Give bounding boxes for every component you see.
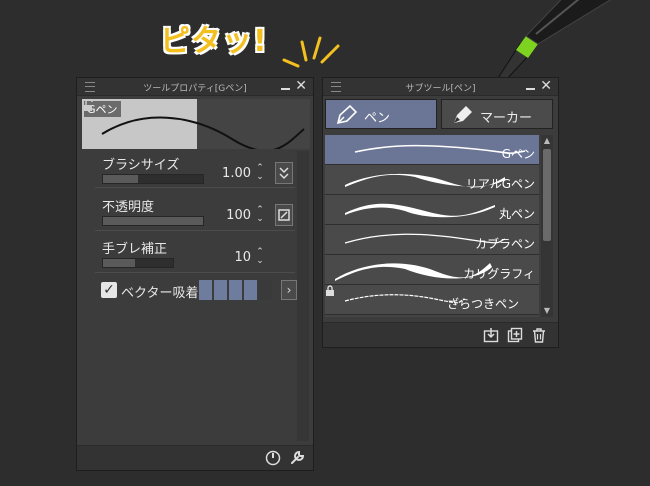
sub-tool-label: カブラペン <box>474 237 535 251</box>
opacity-slider[interactable] <box>102 216 204 226</box>
brush-size-label: ブラシサイズ <box>102 158 180 173</box>
trash-icon[interactable] <box>531 327 547 343</box>
sub-tool-titlebar[interactable]: サブツール[ペン] ✕ <box>323 78 558 96</box>
vector-snap-checkbox[interactable]: ✓ <box>101 282 117 298</box>
sub-tool-item-g-pen[interactable]: Gペン <box>325 135 539 165</box>
opacity-fill <box>103 217 203 225</box>
sub-tool-item-zaratsuki-pen[interactable]: ざらつきペン <box>325 285 539 315</box>
sub-tool-label: カリグラフィ <box>463 267 535 281</box>
sub-tool-label: ざらつきペン <box>446 297 519 311</box>
tool-property-title: ツールプロパティ[Gペン] <box>143 84 247 94</box>
scroll-thumb[interactable] <box>543 149 551 241</box>
emphasis-lines-icon <box>282 36 340 68</box>
stabilization-slider[interactable] <box>102 258 174 268</box>
download-icon[interactable] <box>483 327 499 343</box>
sub-tool-item-calligraphy[interactable]: カリグラフィ <box>325 255 539 285</box>
vector-snap-level-segment[interactable] <box>259 280 272 300</box>
reset-dial-icon[interactable] <box>265 450 281 466</box>
stabilization-fill <box>103 259 135 267</box>
sub-tool-label: Gペン <box>501 147 535 161</box>
stabilization-spinner[interactable]: ⌃ ⌄ <box>255 248 265 266</box>
opacity-spinner[interactable]: ⌃ ⌄ <box>255 206 265 224</box>
scroll-up-icon[interactable]: ▲ <box>541 135 553 147</box>
sub-tool-item-real-g-pen[interactable]: リアルGペン <box>325 165 539 195</box>
tool-property-footer <box>77 445 313 470</box>
sub-tool-group-tabs: ペン マーカー <box>325 99 555 131</box>
sub-tool-item-kabura-pen[interactable]: カブラペン <box>325 225 539 255</box>
vector-snap-row: ✓ ベクター吸着 › <box>101 278 297 302</box>
sub-tool-footer <box>323 322 558 347</box>
vector-snap-level-segment[interactable] <box>214 280 227 300</box>
sub-tool-label: リアルGペン <box>465 177 535 191</box>
tool-property-titlebar[interactable]: ツールプロパティ[Gペン] ✕ <box>77 78 313 96</box>
vector-snap-level-segment[interactable] <box>199 280 212 300</box>
opacity-row: 不透明度 100 ⌃ ⌄ <box>95 194 295 234</box>
minimize-icon[interactable] <box>526 88 535 90</box>
tab-pen[interactable]: ペン <box>325 99 437 129</box>
sub-tool-list: Gペン リアルGペン 丸ペン カブラペン カリグラフィ ざらつきペン <box>325 135 539 317</box>
vector-snap-label: ベクター吸着 <box>121 286 199 301</box>
callout-text: ピタッ! <box>160 24 268 59</box>
divider <box>95 272 295 273</box>
sub-tool-title: サブツール[ペン] <box>405 84 476 94</box>
sub-tool-scrollbar[interactable]: ▲ ▼ <box>541 135 553 317</box>
minimize-icon[interactable] <box>281 88 290 90</box>
brush-size-spinner[interactable]: ⌃ ⌄ <box>255 164 265 182</box>
brush-preview: Gペン <box>82 99 310 149</box>
stabilization-label: 手ブレ補正 <box>102 242 168 257</box>
brush-size-fill <box>103 175 138 183</box>
divider <box>95 230 295 231</box>
marker-icon <box>454 106 472 123</box>
sub-tool-panel: サブツール[ペン] ✕ ペン マーカー Gペン リアルGペン 丸ペン カブラペン… <box>322 77 559 348</box>
scroll-down-icon[interactable]: ▼ <box>541 305 553 317</box>
add-copy-icon[interactable] <box>507 327 523 343</box>
opacity-settings-button[interactable] <box>275 204 293 226</box>
opacity-label: 不透明度 <box>102 200 155 215</box>
tool-property-scrollbar[interactable] <box>297 151 309 441</box>
stabilization-row: 手ブレ補正 10 ⌃ ⌄ <box>95 236 295 276</box>
opacity-value[interactable]: 100 <box>226 208 251 223</box>
tab-pen-label: ペン <box>364 111 391 126</box>
tab-marker[interactable]: マーカー <box>441 99 553 129</box>
divider <box>95 187 295 188</box>
lock-icon <box>326 285 334 296</box>
vector-snap-level-segment[interactable] <box>244 280 257 300</box>
vector-snap-level-segment[interactable] <box>229 280 242 300</box>
pen-nib-icon <box>336 104 358 125</box>
vector-snap-more-button[interactable]: › <box>281 280 297 300</box>
unlock-icon[interactable] <box>82 99 94 111</box>
sub-tool-item-maru-pen[interactable]: 丸ペン <box>325 195 539 225</box>
brush-size-row: ブラシサイズ 1.00 ⌃ ⌄ <box>95 152 295 192</box>
stabilization-value[interactable]: 10 <box>234 250 251 265</box>
close-icon[interactable]: ✕ <box>540 78 552 94</box>
tool-property-panel: ツールプロパティ[Gペン] ✕ Gペン ブラシサイズ 1.00 ⌃ ⌄ 不透明度 … <box>76 77 314 471</box>
brush-size-settings-button[interactable] <box>275 162 293 184</box>
tab-marker-label: マーカー <box>480 111 533 126</box>
close-icon[interactable]: ✕ <box>295 78 307 94</box>
wrench-icon[interactable] <box>289 450 305 466</box>
sub-tool-label: 丸ペン <box>498 207 535 221</box>
brush-size-value[interactable]: 1.00 <box>222 166 251 181</box>
brush-size-slider[interactable] <box>102 174 204 184</box>
